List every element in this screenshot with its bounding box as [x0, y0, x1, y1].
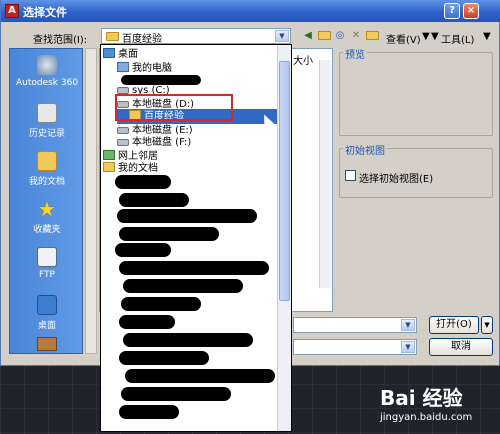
initial-view-checkbox[interactable] — [345, 170, 356, 181]
redacted-item — [119, 405, 179, 419]
redacted-item — [123, 333, 253, 347]
tree-label: 桌面 — [118, 49, 138, 60]
places-scrollbar[interactable] — [85, 48, 97, 354]
redacted-item — [121, 297, 201, 311]
file-name-input[interactable]: ▼ — [293, 317, 417, 333]
view-menu[interactable]: 查看(V) — [386, 31, 421, 46]
place-my-documents[interactable]: 我的文档 — [10, 149, 84, 189]
tools-dropdown-icon[interactable]: ▼ — [483, 31, 491, 42]
place-label: 收藏夹 — [33, 225, 61, 235]
view-dropdown-icon[interactable]: ▼ — [422, 31, 430, 42]
briefcase-icon — [37, 337, 57, 351]
network-icon — [103, 150, 115, 160]
look-in-label: 查找范围(I): — [33, 35, 88, 46]
redacted-item — [115, 175, 171, 189]
drive-icon — [117, 127, 129, 134]
preview-group — [339, 52, 493, 136]
tree-label: 我的电脑 — [132, 63, 172, 74]
redacted-item — [117, 209, 257, 223]
drive-icon — [117, 87, 129, 94]
title-bar[interactable]: A 选择文件 ? × — [1, 0, 500, 22]
tree-item-local-f[interactable]: 本地磁盘 (F:) — [117, 135, 191, 150]
open-button[interactable]: 打开(O) — [429, 316, 479, 334]
tree-label: 我的文档 — [118, 163, 158, 174]
my-documents-icon — [37, 151, 57, 171]
new-folder-icon[interactable] — [365, 29, 379, 42]
place-label: Autodesk 360 — [15, 78, 79, 88]
place-label: FTP — [39, 270, 55, 280]
chevron-down-icon[interactable]: ▼ — [275, 30, 289, 42]
chevron-down-icon[interactable]: ▼ — [401, 319, 415, 331]
window-title: 选择文件 — [23, 6, 67, 19]
place-desktop[interactable]: 桌面 — [10, 293, 84, 333]
tree-label: 本地磁盘 (F:) — [132, 137, 192, 148]
search-web-icon[interactable]: ◎ — [333, 29, 347, 42]
desktop-icon — [103, 48, 115, 58]
redacted-item — [115, 243, 171, 257]
cancel-button[interactable]: 取消 — [429, 338, 493, 356]
highlight-box — [115, 94, 233, 121]
redacted-item — [119, 227, 219, 241]
delete-icon[interactable]: ✕ — [349, 29, 363, 42]
initial-view-label: 初始视图 — [343, 142, 387, 157]
help-button[interactable]: ? — [444, 3, 460, 19]
desktop-icon — [37, 295, 57, 315]
autocad-logo-icon: A — [5, 4, 19, 18]
redacted-item — [125, 369, 275, 383]
place-favorites[interactable]: ★ 收藏夹 — [10, 197, 84, 237]
history-icon — [37, 103, 57, 123]
scroll-thumb[interactable] — [279, 61, 290, 301]
file-type-select[interactable]: ▼ — [293, 339, 417, 355]
place-history[interactable]: 历史记录 — [10, 101, 84, 141]
ftp-icon — [37, 247, 57, 267]
place-label: 我的文档 — [28, 177, 65, 187]
tree-item-my-documents[interactable]: 我的文档 — [103, 161, 158, 176]
cloud-icon — [37, 55, 57, 75]
open-options-arrow-icon[interactable]: ▼ — [481, 316, 493, 334]
place-label: 桌面 — [37, 321, 56, 331]
folder-icon — [103, 162, 115, 172]
watermark-url: jingyan.baidu.com — [380, 412, 473, 423]
place-autodesk-360[interactable]: Autodesk 360 — [10, 53, 84, 93]
redacted-item — [119, 261, 269, 275]
column-size-header[interactable]: 大小 — [293, 52, 313, 67]
drive-icon — [117, 139, 129, 146]
places-bar: Autodesk 360 历史记录 我的文档 ★ 收藏夹 FTP 桌面 — [9, 48, 83, 354]
tools-menu-arrow-icon[interactable]: ▼ — [431, 31, 439, 42]
place-label: 历史记录 — [28, 129, 65, 139]
redacted-item — [123, 279, 243, 293]
redacted-item — [119, 351, 209, 365]
back-icon[interactable]: ◀ — [301, 29, 315, 42]
look-in-combo[interactable]: 百度经验 ▼ — [101, 28, 291, 45]
place-ftp[interactable]: FTP — [10, 245, 84, 285]
preview-label: 预览 — [343, 46, 367, 61]
folder-icon — [106, 32, 119, 41]
tree-item-desktop[interactable]: 桌面 — [103, 47, 138, 62]
baidu-watermark: Bai 经验 — [380, 386, 463, 410]
up-folder-icon[interactable] — [317, 29, 331, 42]
close-button[interactable]: × — [463, 3, 479, 19]
file-list-scrollbar[interactable] — [319, 60, 331, 288]
redacted-item — [119, 315, 175, 329]
computer-icon — [117, 62, 129, 72]
dropdown-scrollbar[interactable] — [277, 45, 291, 431]
tools-menu[interactable]: 工具(L) — [441, 31, 474, 46]
look-in-value: 百度经验 — [122, 34, 162, 45]
initial-view-checkbox-label: 选择初始视图(E) — [359, 174, 434, 185]
tree-item-my-computer[interactable]: 我的电脑 — [117, 61, 172, 76]
chevron-down-icon[interactable]: ▼ — [401, 341, 415, 353]
redacted-item — [121, 387, 231, 401]
redacted-item — [119, 193, 189, 207]
favorites-icon: ★ — [38, 197, 56, 221]
